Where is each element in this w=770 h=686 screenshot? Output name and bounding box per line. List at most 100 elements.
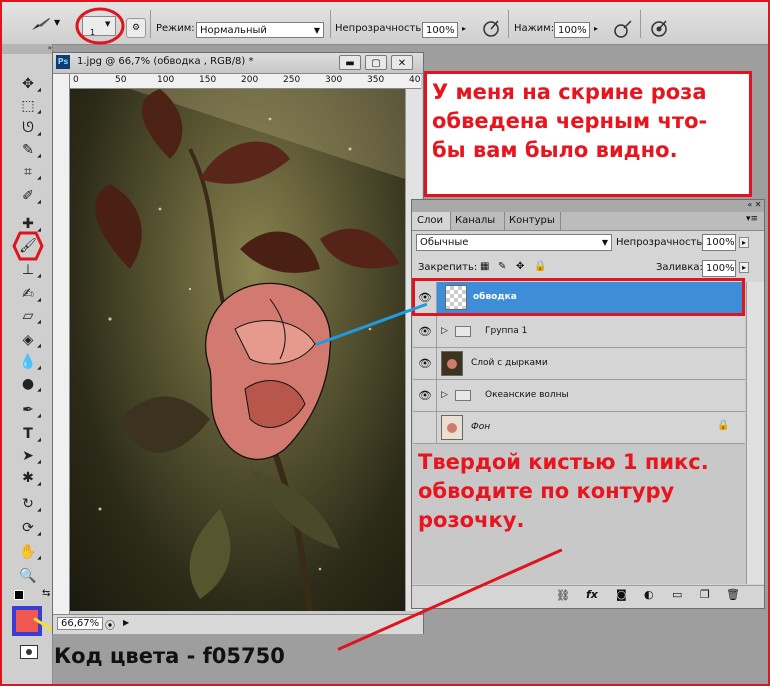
blend-mode-select[interactable]: Обычные ▼ bbox=[416, 234, 612, 251]
layer-opacity-value: 100% bbox=[706, 237, 735, 248]
eraser-tool-icon[interactable]: ▱ ◢ bbox=[17, 306, 41, 326]
path-selection-tool-icon[interactable]: ➤ ◢ bbox=[17, 446, 41, 466]
lasso-tool-icon[interactable]: ᘎ ◢ bbox=[17, 118, 41, 138]
status-bar: 66,67% ⦿ ▶ bbox=[53, 614, 423, 634]
lock-transparent-icon[interactable]: ▦ bbox=[480, 261, 489, 272]
rose-photo bbox=[70, 89, 405, 611]
maximize-button[interactable]: ▢ bbox=[365, 55, 387, 70]
dodge-tool-icon[interactable]: ● ◢ bbox=[17, 374, 41, 394]
horizontal-ruler[interactable]: 0 50 100 150 200 250 300 350 400 bbox=[69, 74, 421, 89]
zoom-level[interactable]: 66,67% bbox=[57, 617, 104, 630]
type-tool-icon[interactable]: T ◢ bbox=[17, 424, 41, 444]
marquee-tool-icon[interactable]: ⬚ ◢ bbox=[17, 96, 41, 116]
crop-tool-icon[interactable]: ⌗ ◢ bbox=[17, 162, 41, 182]
pressure-size-icon[interactable] bbox=[648, 18, 670, 40]
blur-tool-icon[interactable]: 💧 ◢ bbox=[17, 352, 41, 372]
eye-icon[interactable]: 👁 bbox=[414, 348, 437, 379]
middle-note: Твердой кистью 1 пикс. обводите по конту… bbox=[418, 450, 709, 532]
panel-menu-icon[interactable]: ▾≡ bbox=[746, 214, 758, 224]
tools-panel-header[interactable]: » bbox=[2, 44, 52, 54]
tools-panel: » ✥ ◢ ⬚ ◢ ᘎ ◢ ✎ ◢ ⌗ ◢ ✐ ◢ ✚ ◢ 🖌 ⊥ ◢ ✍ ◢ ▱ ◢ ◈ ◢ 💧 ◢ … bbox=[2, 44, 53, 684]
eye-icon[interactable]: 👁 bbox=[414, 316, 437, 347]
tab-layers[interactable]: Слои bbox=[412, 212, 451, 230]
ruler-tick-label: 350 bbox=[367, 75, 385, 85]
fill-arrow-icon[interactable]: ▸ bbox=[739, 262, 750, 273]
default-colors-icon[interactable] bbox=[14, 590, 24, 600]
new-layer-icon[interactable]: ❐ bbox=[700, 588, 710, 601]
opacity-value: 100% bbox=[426, 25, 455, 36]
ruler-tick-label: 100 bbox=[157, 75, 175, 85]
expand-triangle-icon[interactable]: ▷ bbox=[441, 380, 448, 411]
vertical-ruler[interactable] bbox=[53, 74, 70, 614]
zoom-tool-icon[interactable]: 🔍 bbox=[17, 566, 39, 586]
adjustment-icon[interactable]: ◐ bbox=[644, 588, 654, 601]
tab-channels[interactable]: Каналы bbox=[450, 212, 505, 230]
pen-tool-icon[interactable]: ✒ ◢ bbox=[17, 400, 41, 420]
swap-colors-icon[interactable]: ⇆ bbox=[42, 588, 50, 599]
brush-panel-toggle-icon[interactable]: ⚙ bbox=[126, 18, 146, 38]
history-brush-tool-icon[interactable]: ✍ ◢ bbox=[17, 284, 41, 304]
expand-triangle-icon[interactable]: ▷ bbox=[441, 316, 448, 347]
panel-tabs: Слои Каналы Контуры ▾≡ bbox=[412, 212, 764, 231]
quick-mask-icon[interactable] bbox=[20, 645, 38, 659]
minimize-button[interactable]: ▬ bbox=[339, 55, 361, 70]
opacity-input[interactable]: 100% bbox=[422, 22, 458, 38]
3d-orbit-tool-icon[interactable]: ⟳ ◢ bbox=[17, 518, 41, 538]
lock-icon: 🔒 bbox=[717, 420, 730, 431]
layer-opacity-arrow-icon[interactable]: ▸ bbox=[739, 237, 750, 248]
layer-thumbnail bbox=[441, 351, 463, 376]
eye-icon[interactable]: 👁 bbox=[414, 380, 437, 411]
ruler-tick-label: 50 bbox=[115, 75, 127, 85]
mask-icon[interactable]: ◙ bbox=[616, 588, 627, 601]
mode-label: Режим: bbox=[156, 23, 195, 34]
color-code-note: Код цвета - f05750 bbox=[54, 644, 285, 668]
layer-name: Океанские волны bbox=[485, 390, 569, 400]
clone-stamp-tool-icon[interactable]: ⊥ ◢ bbox=[17, 260, 41, 280]
lock-position-icon[interactable]: ✥ bbox=[516, 261, 524, 272]
panel-header[interactable]: « ✕ bbox=[412, 200, 764, 212]
ruler-tick-label: 200 bbox=[241, 75, 259, 85]
folder-icon[interactable]: ▭ bbox=[672, 588, 682, 601]
layer-row-background[interactable]: Фон 🔒 bbox=[413, 412, 745, 444]
3d-rotate-tool-icon[interactable]: ↻ ◢ bbox=[17, 494, 41, 514]
layers-scrollbar[interactable] bbox=[746, 282, 764, 584]
lock-pixels-icon[interactable]: ✎ bbox=[498, 261, 506, 272]
layer-row-holes[interactable]: 👁 Слой с дырками bbox=[413, 348, 745, 380]
brush-tool-icon[interactable] bbox=[30, 16, 52, 32]
document-tab[interactable]: Ps 1.jpg @ 66,7% (обводка , RGB/8) * ▬ ▢… bbox=[53, 53, 423, 74]
airbrush-icon[interactable] bbox=[612, 18, 634, 40]
layer-name: Группа 1 bbox=[485, 326, 528, 336]
status-info-icon[interactable]: ⦿ bbox=[105, 617, 115, 632]
folder-icon bbox=[455, 390, 471, 401]
trash-icon[interactable]: 🗑 bbox=[726, 588, 740, 601]
options-bar: ▼ 1 ▼ ⚙ Режим: Нормальный ▼ Непрозрачнос… bbox=[2, 2, 768, 45]
layer-row-group-1[interactable]: 👁 ▷ Группа 1 bbox=[413, 316, 745, 348]
paint-bucket-tool-icon[interactable]: ◈ ◢ bbox=[17, 330, 41, 350]
flow-input[interactable]: 100% bbox=[554, 22, 590, 38]
fill-value: 100% bbox=[706, 263, 735, 274]
layer-opacity-input[interactable]: 100% bbox=[702, 234, 736, 251]
layers-list: 👁 обводка 👁 ▷ Группа 1 👁 Слой с дырками … bbox=[412, 278, 764, 584]
quick-selection-tool-icon[interactable]: ✎ ◢ bbox=[17, 140, 41, 160]
status-arrow-icon[interactable]: ▶ bbox=[123, 618, 129, 627]
pressure-opacity-icon[interactable] bbox=[480, 18, 502, 40]
rose-illustration bbox=[95, 89, 405, 611]
hand-tool-icon[interactable]: ✋ ◢ bbox=[17, 542, 41, 562]
shape-tool-icon[interactable]: ✱ ◢ bbox=[17, 468, 41, 488]
visibility-toggle-empty[interactable] bbox=[414, 412, 437, 443]
mode-select[interactable]: Нормальный ▼ bbox=[196, 22, 324, 38]
flow-dropdown-icon[interactable]: ▸ bbox=[594, 24, 598, 33]
tab-paths[interactable]: Контуры bbox=[504, 212, 561, 230]
tool-preset-dropdown-icon[interactable]: ▼ bbox=[54, 18, 60, 27]
lock-all-icon[interactable]: 🔒 bbox=[534, 261, 546, 272]
close-button[interactable]: ✕ bbox=[391, 55, 413, 70]
move-tool-icon[interactable]: ✥ ◢ bbox=[17, 74, 41, 94]
fill-input[interactable]: 100% bbox=[702, 260, 736, 277]
fx-icon[interactable]: fx bbox=[586, 588, 598, 601]
layer-row-ocean-waves[interactable]: 👁 ▷ Океанские волны bbox=[413, 380, 745, 412]
eyedropper-tool-icon[interactable]: ✐ ◢ bbox=[17, 186, 41, 206]
opacity-label: Непрозрачность: bbox=[335, 23, 425, 34]
mode-value: Нормальный bbox=[200, 25, 267, 36]
opacity-dropdown-icon[interactable]: ▸ bbox=[462, 24, 466, 33]
link-icon[interactable]: ⛓ bbox=[556, 589, 570, 602]
